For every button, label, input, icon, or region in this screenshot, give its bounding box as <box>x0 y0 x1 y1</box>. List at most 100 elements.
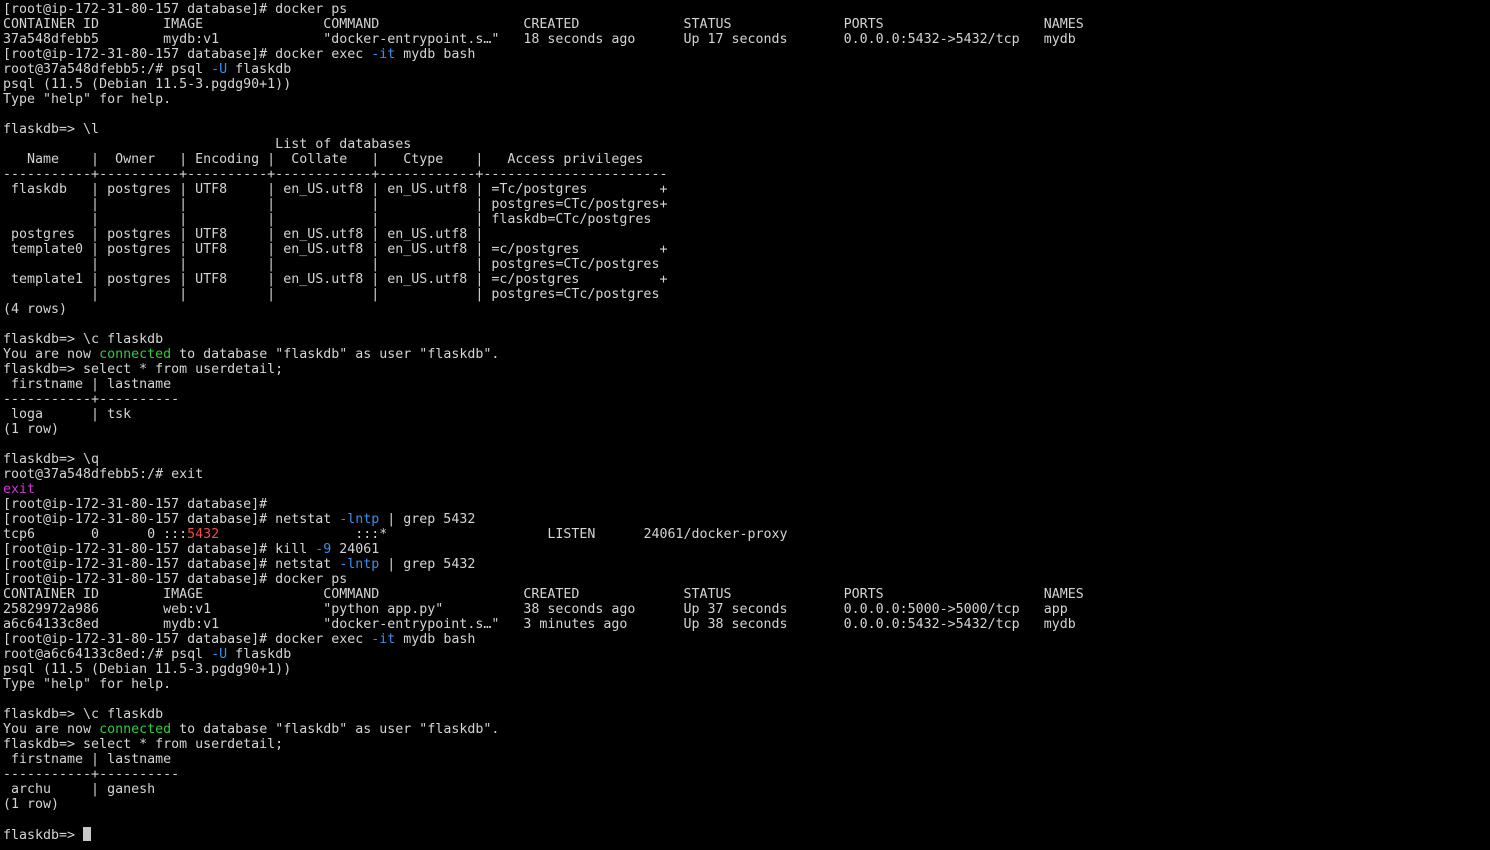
terminal-text: -lntp <box>339 512 380 527</box>
terminal-text: 25829972a986 web:v1 "python app.py" 38 s… <box>3 602 1068 617</box>
terminal-line: psql (11.5 (Debian 11.5-3.pgdg90+1)) <box>3 662 1490 677</box>
terminal-line: psql (11.5 (Debian 11.5-3.pgdg90+1)) <box>3 77 1490 92</box>
terminal-line: [root@ip-172-31-80-157 database]# docker… <box>3 47 1490 62</box>
terminal-text: flaskdb=> select * from userdetail; <box>3 737 284 752</box>
terminal-text: 37a548dfebb5 mydb:v1 "docker-entrypoint.… <box>3 32 1076 47</box>
terminal-line: flaskdb=> \c flaskdb <box>3 707 1490 722</box>
terminal-line: flaskdb=> select * from userdetail; <box>3 362 1490 377</box>
terminal-line: firstname | lastname <box>3 377 1490 392</box>
terminal-text: mydb bash <box>395 47 476 62</box>
terminal-text: psql (11.5 (Debian 11.5-3.pgdg90+1)) <box>3 77 292 92</box>
terminal-text: [root@ip-172-31-80-157 database]# kill <box>3 542 316 557</box>
terminal-text: flaskdb=> select * from userdetail; <box>3 362 284 377</box>
terminal-text: to database "flaskdb" as user "flaskdb". <box>171 722 500 737</box>
terminal-text: [root@ip-172-31-80-157 database]# docker… <box>3 632 372 647</box>
terminal-text: -U <box>211 62 228 77</box>
terminal-text: | | | | | flaskdb=CTc/postgres <box>3 212 652 227</box>
terminal-text: -----------+---------- <box>3 767 180 782</box>
terminal-line: root@37a548dfebb5:/# exit <box>3 467 1490 482</box>
terminal-line: a6c64133c8ed mydb:v1 "docker-entrypoint.… <box>3 617 1490 632</box>
terminal-line: template1 | postgres | UTF8 | en_US.utf8… <box>3 272 1490 287</box>
terminal-text: [root@ip-172-31-80-157 database]# <box>3 497 268 512</box>
terminal-text: connected <box>99 347 172 362</box>
terminal-text: | | | | | postgres=CTc/postgres+ <box>3 197 668 212</box>
terminal-line: (4 rows) <box>3 302 1490 317</box>
terminal-text: You are now <box>3 347 100 362</box>
terminal-text: mydb bash <box>395 632 476 647</box>
terminal-text: | | | | | postgres=CTc/postgres <box>3 257 660 272</box>
terminal-line: flaskdb | postgres | UTF8 | en_US.utf8 |… <box>3 182 1490 197</box>
terminal-line: [root@ip-172-31-80-157 database]# netsta… <box>3 512 1490 527</box>
terminal-text: | grep 5432 <box>379 512 476 527</box>
terminal-text: template0 | postgres | UTF8 | en_US.utf8… <box>3 242 668 257</box>
block-cursor-icon[interactable] <box>83 827 92 841</box>
terminal-line: [root@ip-172-31-80-157 database]# docker… <box>3 572 1490 587</box>
terminal-line: [root@ip-172-31-80-157 database]# docker… <box>3 2 1490 17</box>
terminal-text: flaskdb=> \q <box>3 452 100 467</box>
terminal-text: (4 rows) <box>3 302 68 317</box>
terminal-line: postgres | postgres | UTF8 | en_US.utf8 … <box>3 227 1490 242</box>
terminal-line: flaskdb=> \l <box>3 122 1490 137</box>
terminal-line: | | | | | postgres=CTc/postgres+ <box>3 197 1490 212</box>
terminal-text: Type "help" for help. <box>3 677 172 692</box>
terminal-text: template1 | postgres | UTF8 | en_US.utf8… <box>3 272 668 287</box>
terminal-window[interactable]: [root@ip-172-31-80-157 database]# docker… <box>0 0 1490 850</box>
terminal-line: -----------+---------- <box>3 767 1490 782</box>
terminal-text: | | | | | postgres=CTc/postgres <box>3 287 660 302</box>
terminal-text: flaskdb <box>227 647 292 662</box>
terminal-text: a6c64133c8ed mydb:v1 "docker-entrypoint.… <box>3 617 1076 632</box>
terminal-line: CONTAINER ID IMAGE COMMAND CREATED STATU… <box>3 587 1490 602</box>
terminal-text: (1 row) <box>3 422 60 437</box>
terminal-text: root@37a548dfebb5:/# exit <box>3 467 204 482</box>
terminal-text: firstname | lastname <box>3 377 172 392</box>
terminal-text: flaskdb=> \c flaskdb <box>3 332 164 347</box>
terminal-text: | grep 5432 <box>379 557 476 572</box>
terminal-line: tcp6 0 0 :::5432 :::* LISTEN 24061/docke… <box>3 527 1490 542</box>
terminal-line: loga | tsk <box>3 407 1490 422</box>
terminal-line: root@37a548dfebb5:/# psql -U flaskdb <box>3 62 1490 77</box>
terminal-text: postgres | postgres | UTF8 | en_US.utf8 … <box>3 227 484 242</box>
terminal-text: [root@ip-172-31-80-157 database]# docker… <box>3 2 348 17</box>
terminal-text: tcp6 0 0 ::: <box>3 527 188 542</box>
terminal-text: root@37a548dfebb5:/# psql <box>3 62 212 77</box>
terminal-line: You are now connected to database "flask… <box>3 347 1490 362</box>
terminal-line: 25829972a986 web:v1 "python app.py" 38 s… <box>3 602 1490 617</box>
terminal-text: -----------+---------- <box>3 392 180 407</box>
terminal-text: Type "help" for help. <box>3 92 172 107</box>
terminal-text: connected <box>99 722 172 737</box>
terminal-text: List of databases <box>3 137 412 152</box>
terminal-line: flaskdb=> <box>3 827 1490 843</box>
terminal-text: loga | tsk <box>3 407 132 422</box>
terminal-line: template0 | postgres | UTF8 | en_US.utf8… <box>3 242 1490 257</box>
terminal-line: CONTAINER ID IMAGE COMMAND CREATED STATU… <box>3 17 1490 32</box>
terminal-text: flaskdb <box>227 62 292 77</box>
terminal-text: [root@ip-172-31-80-157 database]# netsta… <box>3 557 340 572</box>
terminal-text: :::* LISTEN 24061/docker-proxy <box>219 527 788 542</box>
terminal-line: flaskdb=> \q <box>3 452 1490 467</box>
terminal-text: (1 row) <box>3 797 60 812</box>
terminal-line: flaskdb=> \c flaskdb <box>3 332 1490 347</box>
terminal-line: [root@ip-172-31-80-157 database]# netsta… <box>3 557 1490 572</box>
terminal-text: flaskdb | postgres | UTF8 | en_US.utf8 |… <box>3 182 668 197</box>
terminal-line: archu | ganesh <box>3 782 1490 797</box>
terminal-text: -----------+----------+----------+------… <box>3 167 668 182</box>
terminal-line: [root@ip-172-31-80-157 database]# kill -… <box>3 542 1490 557</box>
terminal-text: [root@ip-172-31-80-157 database]# netsta… <box>3 512 340 527</box>
terminal-text: -U <box>211 647 228 662</box>
terminal-line: root@a6c64133c8ed:/# psql -U flaskdb <box>3 647 1490 662</box>
terminal-line: exit <box>3 482 1490 497</box>
terminal-line: | | | | | postgres=CTc/postgres <box>3 257 1490 272</box>
terminal-text: -lntp <box>339 557 380 572</box>
terminal-text: [root@ip-172-31-80-157 database]# docker… <box>3 572 348 587</box>
terminal-line: List of databases <box>3 137 1490 152</box>
terminal-line: (1 row) <box>3 797 1490 812</box>
terminal-line: 37a548dfebb5 mydb:v1 "docker-entrypoint.… <box>3 32 1490 47</box>
terminal-text: psql (11.5 (Debian 11.5-3.pgdg90+1)) <box>3 662 292 677</box>
terminal-line: You are now connected to database "flask… <box>3 722 1490 737</box>
terminal-text: flaskdb=> <box>3 828 84 843</box>
terminal-text: root@a6c64133c8ed:/# psql <box>3 647 212 662</box>
